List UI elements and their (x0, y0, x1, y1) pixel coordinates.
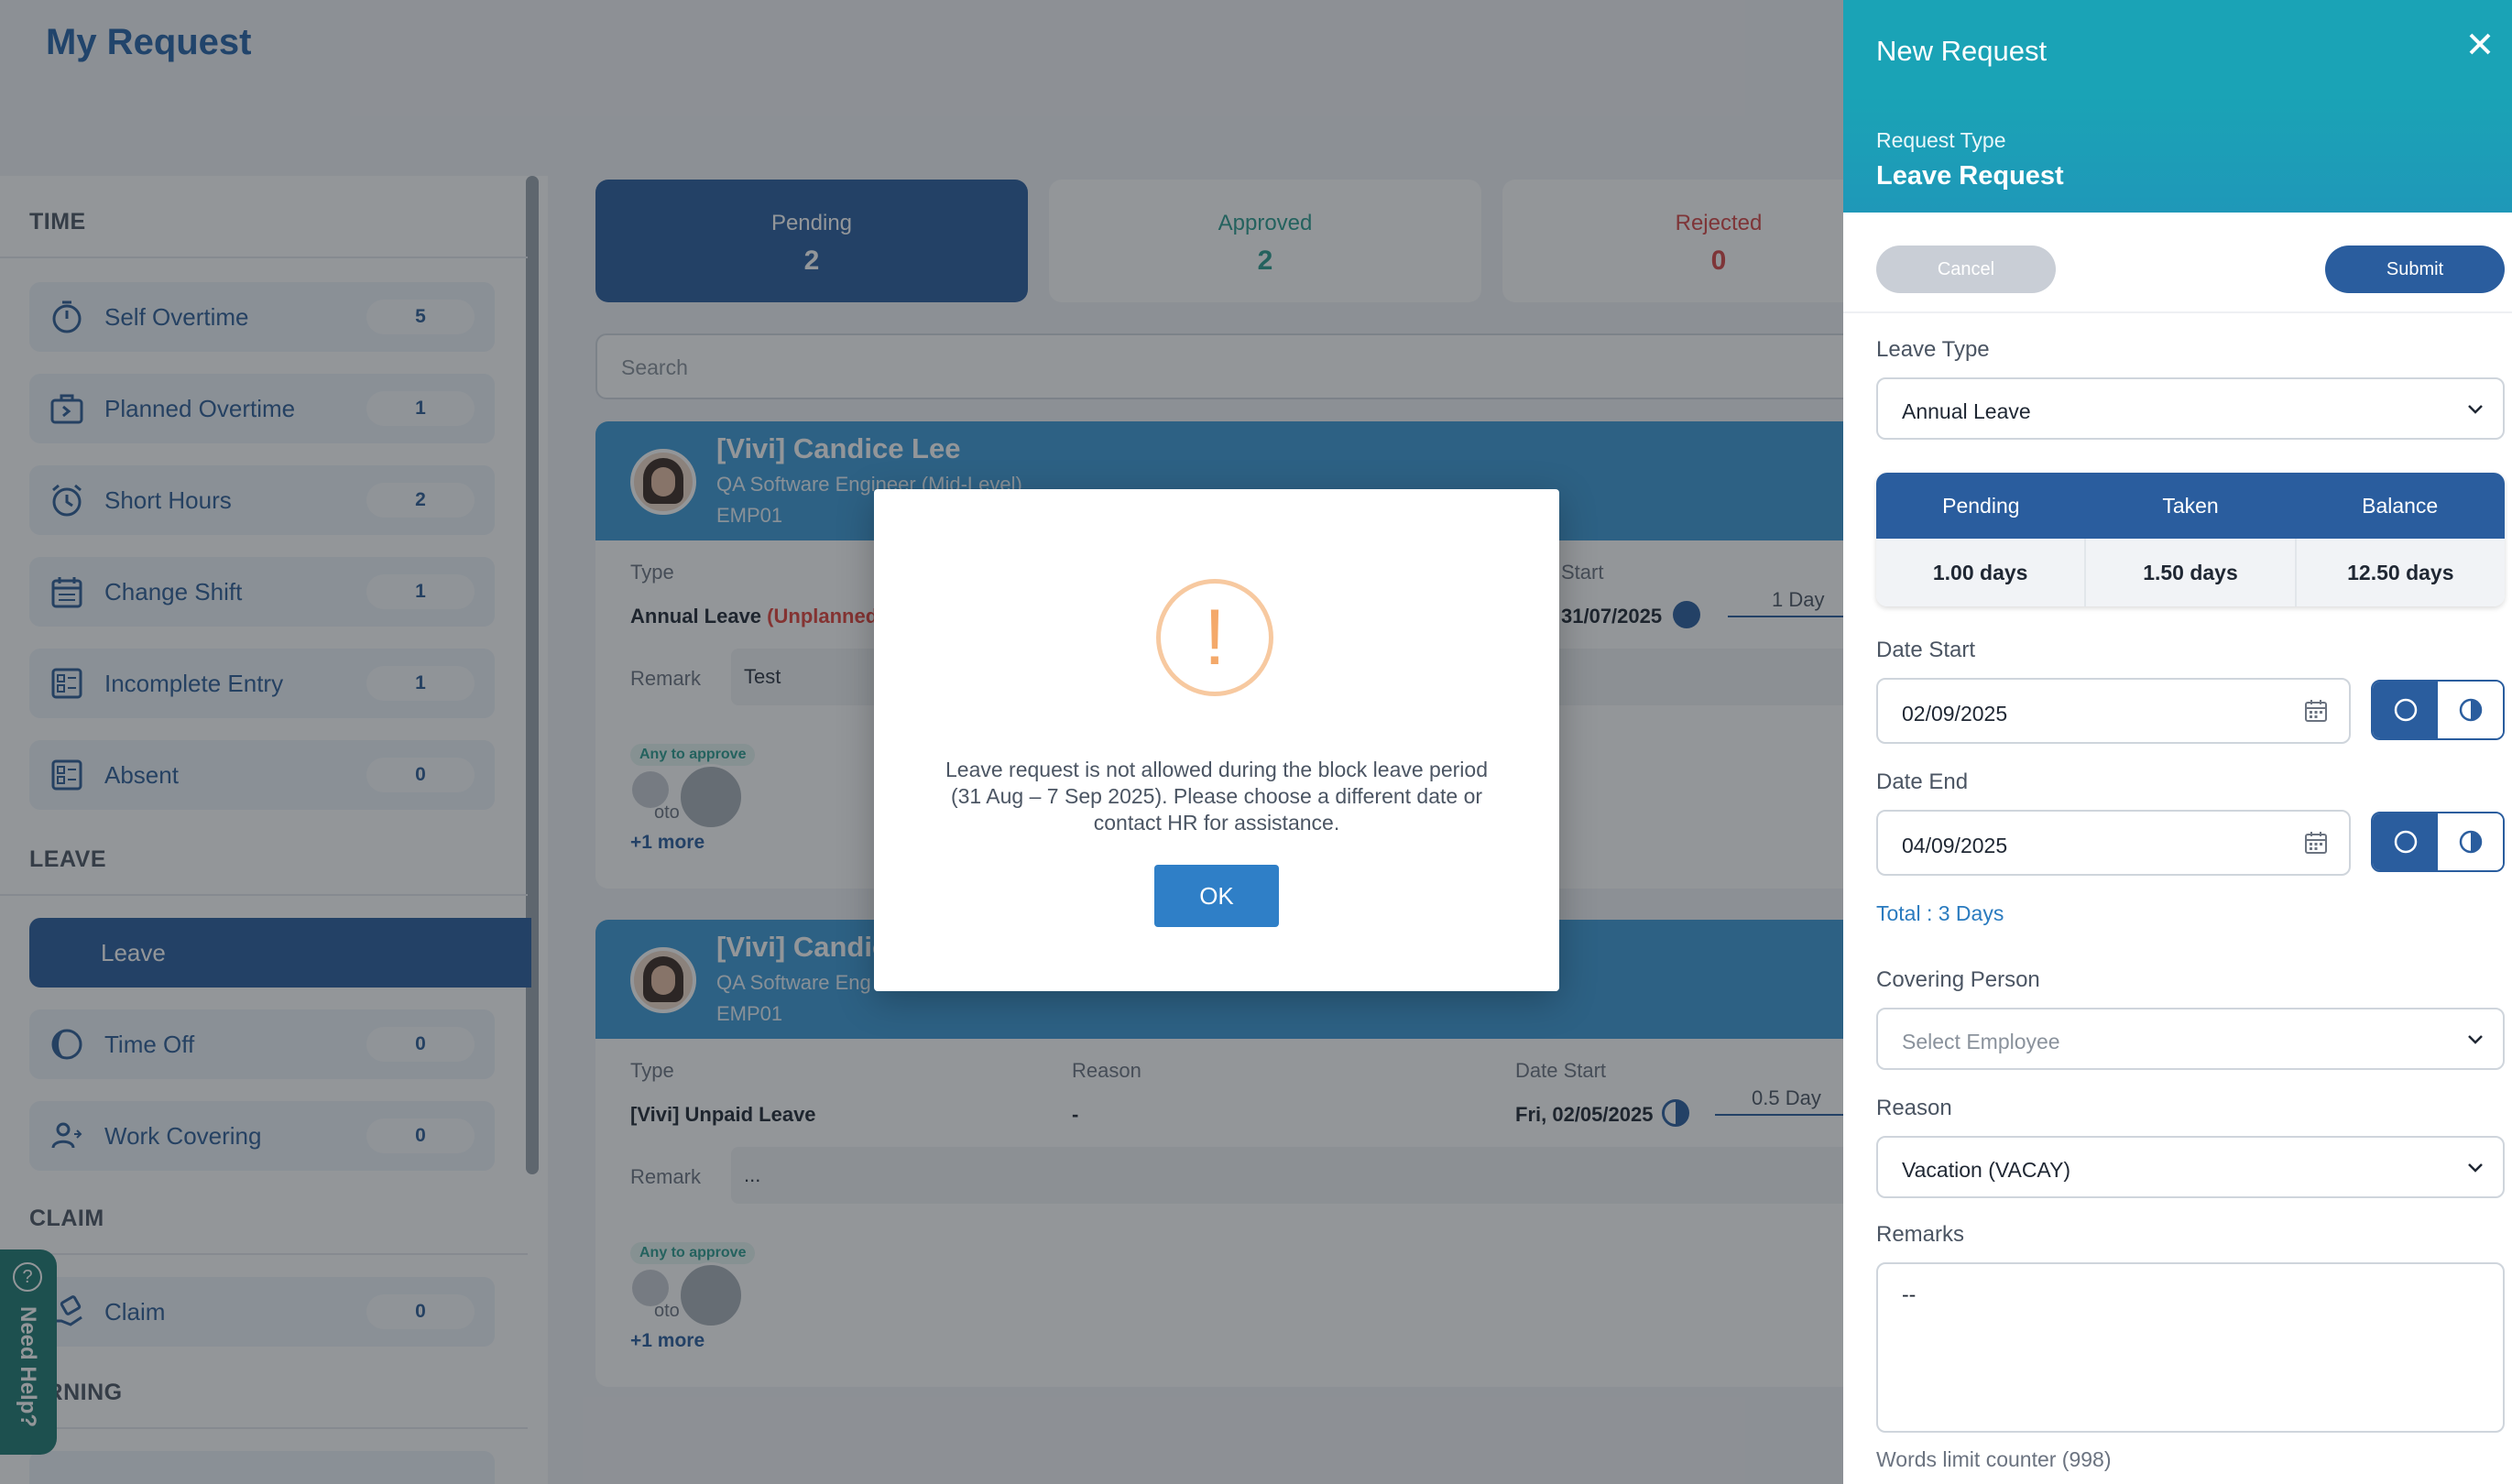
circle-icon (2394, 698, 2417, 722)
drawer-title: New Request (1876, 35, 2048, 67)
full-day-option[interactable] (2373, 813, 2438, 870)
date-start-day-toggle[interactable] (2371, 680, 2505, 740)
date-start-value: 02/09/2025 (1902, 702, 2008, 726)
leave-type-select[interactable]: Annual Leave (1876, 377, 2505, 440)
balance-value-row: 1.00 days 1.50 days 12.50 days (1876, 539, 2505, 606)
date-end-value: 04/09/2025 (1902, 834, 2008, 857)
balance-header-row: Pending Taken Balance (1876, 473, 2505, 539)
half-circle-icon (2459, 698, 2482, 722)
drawer-body: Cancel Submit Leave Type Annual Leave Pe… (1843, 213, 2512, 1484)
reason-label: Reason (1876, 1096, 1952, 1120)
date-start-label: Date Start (1876, 638, 1976, 662)
full-day-option[interactable] (2373, 682, 2438, 738)
covering-person-label: Covering Person (1876, 967, 2040, 992)
chevron-down-icon (2468, 1163, 2483, 1173)
total-days: Total : 3 Days (1876, 901, 2004, 925)
calendar-icon[interactable] (2303, 830, 2329, 856)
date-start-input[interactable]: 02/09/2025 (1876, 678, 2351, 744)
chevron-down-icon (2468, 405, 2483, 414)
circle-icon (2394, 830, 2417, 854)
reason-select[interactable]: Vacation (VACAY) (1876, 1136, 2505, 1198)
warning-icon: ! (1156, 579, 1273, 696)
leave-type-value: Annual Leave (1902, 399, 2031, 423)
request-type-band: Request Type Leave Request (1843, 95, 2512, 213)
balance-value: 1.50 days (2086, 539, 2297, 606)
half-day-option[interactable] (2438, 813, 2503, 870)
leave-balance-table: Pending Taken Balance 1.00 days 1.50 day… (1876, 473, 2505, 606)
balance-header: Taken (2162, 493, 2219, 518)
cancel-button[interactable]: Cancel (1876, 246, 2056, 293)
balance-header: Pending (1942, 493, 2020, 518)
dialog-message: Leave request is not allowed during the … (945, 758, 1488, 835)
submit-button[interactable]: Submit (2325, 246, 2505, 293)
remarks-textarea[interactable]: -- (1876, 1262, 2505, 1433)
half-circle-icon (2459, 830, 2482, 854)
balance-value: 1.00 days (1876, 539, 2087, 606)
ok-button[interactable]: OK (1154, 865, 1279, 927)
reason-value: Vacation (VACAY) (1902, 1158, 2071, 1182)
words-limit-counter: Words limit counter (998) (1876, 1447, 2112, 1471)
close-icon[interactable] (2466, 27, 2494, 67)
date-end-label: Date End (1876, 769, 1969, 794)
request-type-value: Leave Request (1876, 161, 2064, 191)
action-bar: Cancel Submit (1843, 213, 2512, 313)
new-request-drawer: New Request Request Type Leave Request C… (1843, 0, 2512, 1484)
date-end-input[interactable]: 04/09/2025 (1876, 810, 2351, 876)
date-end-day-toggle[interactable] (2371, 812, 2505, 872)
covering-person-select[interactable]: Select Employee (1876, 1008, 2505, 1070)
balance-value: 12.50 days (2347, 560, 2454, 584)
drawer-header: New Request (1843, 0, 2512, 95)
warning-dialog: ! Leave request is not allowed during th… (874, 489, 1559, 991)
covering-person-placeholder: Select Employee (1902, 1030, 2060, 1053)
half-day-option[interactable] (2438, 682, 2503, 738)
calendar-icon[interactable] (2303, 698, 2329, 724)
chevron-down-icon (2468, 1035, 2483, 1044)
leave-type-label: Leave Type (1876, 337, 1990, 362)
request-type-label: Request Type (1876, 128, 2006, 152)
remarks-label: Remarks (1876, 1222, 1965, 1247)
balance-header: Balance (2362, 493, 2439, 518)
